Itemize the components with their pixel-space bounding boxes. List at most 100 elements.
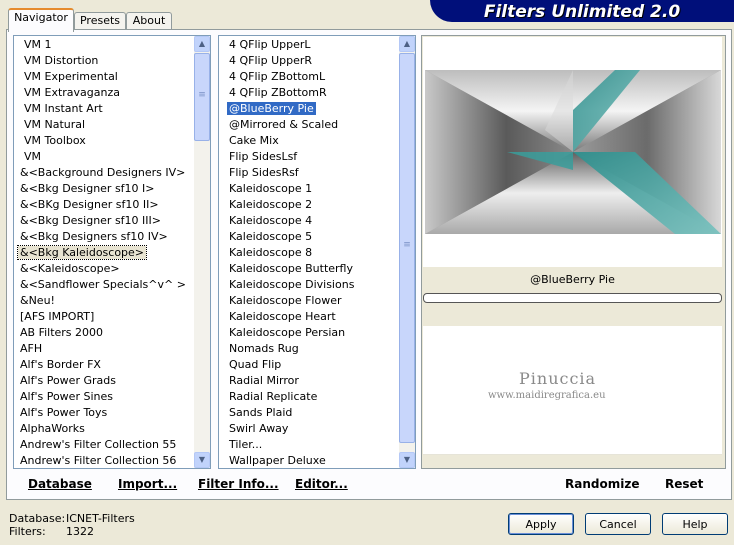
category-item[interactable]: Alf's Power Toys bbox=[14, 405, 195, 421]
category-item[interactable]: &<BKg Designer sf10 II> bbox=[14, 197, 195, 213]
filter-item[interactable]: Kaleidoscope Divisions bbox=[219, 277, 400, 293]
filter-item[interactable]: Kaleidoscope Heart bbox=[219, 309, 400, 325]
filter-item-label: Wallpaper Deluxe bbox=[229, 454, 326, 467]
parameter-row[interactable] bbox=[423, 406, 722, 423]
filter-item[interactable]: @Mirrored & Scaled bbox=[219, 117, 400, 133]
filter-item[interactable]: 4 QFlip ZBottomL bbox=[219, 69, 400, 85]
filter-item-label: Kaleidoscope Persian bbox=[229, 326, 346, 339]
filter-list[interactable]: 4 QFlip UpperL 4 QFlip UpperR 4 QFlip ZBot… bbox=[218, 35, 400, 469]
filter-item[interactable]: Kaleidoscope Persian bbox=[219, 325, 400, 341]
filter-item-label: Kaleidoscope 2 bbox=[229, 198, 313, 211]
filter-item[interactable]: Flip SidesLsf bbox=[219, 149, 400, 165]
scroll-up-button[interactable]: ▲ bbox=[194, 36, 210, 52]
filter-item[interactable]: 4 QFlip ZBottomR bbox=[219, 85, 400, 101]
tab-presets[interactable]: Presets bbox=[74, 12, 126, 30]
editor-button[interactable]: Editor... bbox=[295, 477, 348, 491]
import-button[interactable]: Import... bbox=[118, 477, 177, 491]
filter-item[interactable]: 4 QFlip UpperR bbox=[219, 53, 400, 69]
category-item[interactable]: VM Toolbox bbox=[14, 133, 195, 149]
category-item[interactable]: VM Natural bbox=[14, 117, 195, 133]
parameter-row[interactable] bbox=[423, 326, 722, 343]
scroll-up-button[interactable]: ▲ bbox=[399, 36, 415, 52]
scroll-down-button[interactable]: ▼ bbox=[399, 452, 415, 468]
filter-item[interactable]: Kaleidoscope Butterfly bbox=[219, 261, 400, 277]
category-item[interactable]: &<Bkg Designers sf10 IV> bbox=[14, 229, 195, 245]
parameter-row[interactable] bbox=[423, 422, 722, 439]
cancel-button[interactable]: Cancel bbox=[585, 513, 651, 535]
filter-item-label: Kaleidoscope Flower bbox=[229, 294, 342, 307]
category-item[interactable]: &<Kaleidoscope> bbox=[14, 261, 195, 277]
parameter-row[interactable] bbox=[423, 438, 722, 455]
scroll-thumb[interactable]: ≡ bbox=[194, 53, 210, 141]
category-item[interactable]: VM Extravaganza bbox=[14, 85, 195, 101]
filter-item[interactable]: Kaleidoscope 2 bbox=[219, 197, 400, 213]
filter-item[interactable]: Sands Plaid bbox=[219, 405, 400, 421]
filter-item-label: Cake Mix bbox=[229, 134, 279, 147]
category-item[interactable]: VM Distortion bbox=[14, 53, 195, 69]
category-item[interactable]: [AFS IMPORT] bbox=[14, 309, 195, 325]
filter-scrollbar[interactable]: ▲ ≡ ▼ bbox=[399, 35, 416, 469]
category-item-label: &<BKg Designer sf10 II> bbox=[20, 198, 159, 211]
category-item[interactable]: AlphaWorks bbox=[14, 421, 195, 437]
category-item[interactable]: VM bbox=[14, 149, 195, 165]
banner-title: Filters Unlimited 2.0 bbox=[483, 2, 681, 22]
filter-item-label: Sands Plaid bbox=[229, 406, 293, 419]
scroll-down-button[interactable]: ▼ bbox=[194, 452, 210, 468]
category-item[interactable]: AB Filters 2000 bbox=[14, 325, 195, 341]
filter-item[interactable]: Radial Mirror bbox=[219, 373, 400, 389]
filter-item[interactable]: Nomads Rug bbox=[219, 341, 400, 357]
category-item[interactable]: Andrew's Filter Collection 55 bbox=[14, 437, 195, 453]
category-item-label: VM bbox=[24, 150, 42, 163]
filter-item-label: @BlueBerry Pie bbox=[227, 102, 316, 115]
tab-navigator[interactable]: Navigator bbox=[8, 8, 74, 32]
category-scrollbar[interactable]: ▲ ≡ ▼ bbox=[194, 35, 211, 469]
scroll-thumb[interactable]: ≡ bbox=[399, 53, 415, 443]
filter-item[interactable]: Tiler... bbox=[219, 437, 400, 453]
database-button[interactable]: Database bbox=[28, 477, 92, 491]
randomize-button[interactable]: Randomize bbox=[565, 477, 639, 491]
filter-item[interactable]: 4 QFlip UpperL bbox=[219, 37, 400, 53]
filter-info-button[interactable]: Filter Info... bbox=[198, 477, 279, 491]
category-item-label: &Neu! bbox=[20, 294, 55, 307]
filter-item-label: @Mirrored & Scaled bbox=[229, 118, 339, 131]
category-item[interactable]: Alf's Power Sines bbox=[14, 389, 195, 405]
parameter-row[interactable] bbox=[423, 342, 722, 359]
tab-about[interactable]: About bbox=[126, 12, 172, 30]
filter-item[interactable]: Kaleidoscope 5 bbox=[219, 229, 400, 245]
category-item[interactable]: Alf's Border FX bbox=[14, 357, 195, 373]
category-item[interactable]: Alf's Power Grads bbox=[14, 373, 195, 389]
category-item[interactable]: &<Sandflower Specials^v^ > bbox=[14, 277, 195, 293]
separator bbox=[423, 304, 722, 324]
category-item-label: AFH bbox=[20, 342, 43, 355]
filter-item[interactable]: Kaleidoscope Flower bbox=[219, 293, 400, 309]
help-button[interactable]: Help bbox=[662, 513, 728, 535]
apply-button[interactable]: Apply bbox=[508, 513, 574, 535]
category-item[interactable]: AFH bbox=[14, 341, 195, 357]
category-item[interactable]: &<Bkg Designer sf10 I> bbox=[14, 181, 195, 197]
category-item[interactable]: Andrew's Filter Collection 56 bbox=[14, 453, 195, 468]
filter-item[interactable]: @BlueBerry Pie bbox=[219, 101, 400, 117]
filters-label: Filters: bbox=[9, 525, 46, 538]
filter-item[interactable]: Radial Replicate bbox=[219, 389, 400, 405]
category-item[interactable]: VM Experimental bbox=[14, 69, 195, 85]
filter-item[interactable]: Kaleidoscope 1 bbox=[219, 181, 400, 197]
category-item[interactable]: &Neu! bbox=[14, 293, 195, 309]
filter-item-label: Tiler... bbox=[229, 438, 263, 451]
filter-item[interactable]: Wallpaper Deluxe bbox=[219, 453, 400, 468]
filter-item[interactable]: Swirl Away bbox=[219, 421, 400, 437]
category-item[interactable]: VM Instant Art bbox=[14, 101, 195, 117]
category-item[interactable]: &<Background Designers IV> bbox=[14, 165, 195, 181]
category-item-label: VM Distortion bbox=[24, 54, 99, 67]
category-item[interactable]: VM 1 bbox=[14, 37, 195, 53]
filter-item[interactable]: Kaleidoscope 8 bbox=[219, 245, 400, 261]
reset-button[interactable]: Reset bbox=[665, 477, 703, 491]
filter-item[interactable]: Quad Flip bbox=[219, 357, 400, 373]
filter-item[interactable]: Cake Mix bbox=[219, 133, 400, 149]
category-item[interactable]: &<Bkg Kaleidoscope> bbox=[14, 245, 195, 261]
category-list[interactable]: VM 1 VM Distortion VM Experimental VM Extra… bbox=[13, 35, 195, 469]
filter-item[interactable]: Kaleidoscope 4 bbox=[219, 213, 400, 229]
category-item-label: Alf's Border FX bbox=[20, 358, 101, 371]
filter-item[interactable]: Flip SidesRsf bbox=[219, 165, 400, 181]
category-item-label: Alf's Power Grads bbox=[20, 374, 116, 387]
category-item[interactable]: &<Bkg Designer sf10 III> bbox=[14, 213, 195, 229]
